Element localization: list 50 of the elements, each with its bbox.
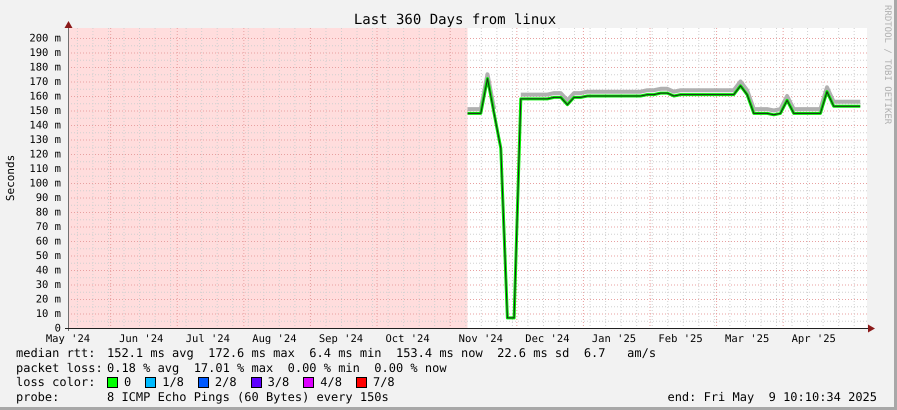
axis-tick-label: 180 m xyxy=(29,62,61,74)
axis-tick-label: Mar '25 xyxy=(725,333,770,344)
axis-tick-label: Jul '24 xyxy=(186,333,230,344)
axis-tick-label: 10 m xyxy=(36,308,61,320)
legend-label: loss color: xyxy=(16,375,96,390)
axis-tick-label: 120 m xyxy=(29,148,61,160)
axis-tick-label: Aug '24 xyxy=(252,333,297,344)
graph-title: Last 360 Days from linux xyxy=(354,12,556,28)
legend-item-label: 4/8 xyxy=(320,375,342,390)
axis-tick-label: 110 m xyxy=(29,163,61,175)
axis-tick-label: 170 m xyxy=(29,76,61,88)
axis-tick-label: 150 m xyxy=(29,105,61,117)
axis-tick-label: Feb '25 xyxy=(658,333,703,344)
axis-tick-label: Dec '24 xyxy=(525,333,570,344)
axis-tick-label: Jan '25 xyxy=(592,333,636,344)
axis-tick-label: 20 m xyxy=(36,294,61,306)
legend-item-label: 7/8 xyxy=(372,375,395,390)
axis-tick-label: 30 m xyxy=(36,279,61,291)
axis-tick-label: 100 m xyxy=(29,178,61,190)
axis-tick-label: 50 m xyxy=(36,250,61,262)
stat-label: packet loss: xyxy=(16,360,104,375)
axis-tick-label: Apr '25 xyxy=(792,333,836,344)
stat-values: 152.1 ms avg 172.6 ms max 6.4 ms min 153.4 ms now 22.6 ms sd 6.7 am/s xyxy=(107,346,656,360)
probe-text: 8 ICMP Echo Pings (60 Bytes) every 150s xyxy=(107,390,389,404)
stat-label: median rtt: xyxy=(16,346,96,360)
axis-tick-label: 80 m xyxy=(36,206,61,218)
axis-tick-label: Jun '24 xyxy=(119,333,164,344)
axis-tick-label: 140 m xyxy=(29,120,61,132)
axis-tick-label: 90 m xyxy=(36,192,61,204)
axis-tick-label: 40 m xyxy=(36,264,61,276)
axis-tick-label: May '24 xyxy=(46,333,90,344)
axis-tick-label: Sep '24 xyxy=(318,333,364,344)
stat-values: 0.18 % avg 17.01 % max 0.00 % min 0.00 % now xyxy=(107,360,447,375)
axis-tick-label: 70 m xyxy=(36,221,61,233)
axis-tick-label: 130 m xyxy=(29,134,61,146)
end-time: end: Fri May 9 10:10:34 2025 xyxy=(667,390,877,404)
axis-title: Seconds xyxy=(4,154,17,202)
legend-item-label: 2/8 xyxy=(214,375,237,390)
probe-label: probe: xyxy=(16,390,60,404)
legend-item-label: 0 xyxy=(124,375,132,390)
credit-text: RRDTOOL / TOBI OETIKER xyxy=(882,5,892,124)
axis-tick-label: 200 m xyxy=(29,32,61,44)
axis-tick-label: Nov '24 xyxy=(458,333,503,344)
axis-tick-label: 190 m xyxy=(29,47,61,59)
legend-item-label: 3/8 xyxy=(268,375,290,390)
axis-tick-label: 160 m xyxy=(29,90,61,102)
legend-item-label: 1/8 xyxy=(162,375,184,390)
axis-tick-label: 0 xyxy=(54,322,61,334)
axis-tick-label: 60 m xyxy=(36,236,61,248)
axis-tick-label: Oct '24 xyxy=(385,333,430,344)
